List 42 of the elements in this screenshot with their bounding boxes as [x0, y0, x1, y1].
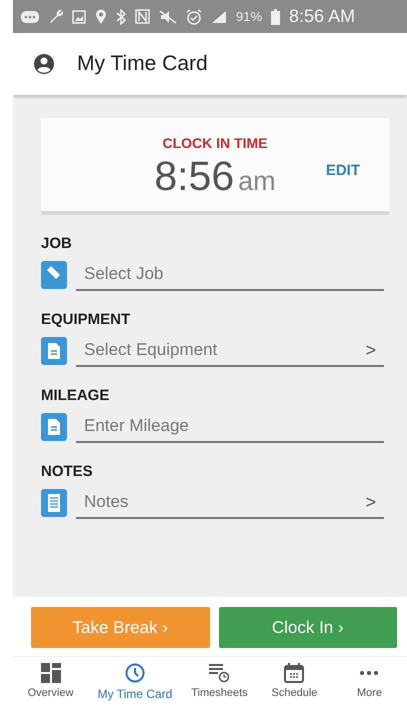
clock-in-button[interactable]: Clock In › [218, 607, 397, 648]
signal-icon [211, 10, 227, 24]
nav-tab[interactable]: Overview [13, 657, 88, 709]
chevron-icon: > [365, 340, 376, 360]
time-period: am [238, 166, 276, 197]
nfc-icon [135, 9, 150, 24]
mute-icon [159, 10, 177, 24]
clock-in-label: CLOCK IN TIME [162, 135, 268, 151]
notepad-icon [41, 489, 67, 517]
field-label: JOB [41, 235, 72, 252]
message-icon [21, 10, 39, 24]
image-icon [72, 10, 86, 24]
clock-icon [124, 663, 145, 683]
nav-tab[interactable]: Timesheets [182, 657, 257, 709]
document-icon [41, 413, 67, 441]
input-field[interactable]: Select Job [76, 259, 384, 291]
field-label: EQUIPMENT [41, 311, 130, 328]
nav-tab[interactable]: More [332, 657, 407, 709]
document-icon [41, 337, 67, 365]
account-icon [33, 53, 55, 75]
edit-link[interactable]: EDIT [326, 162, 360, 179]
select-field[interactable]: Notes > [76, 487, 384, 519]
location-icon [95, 8, 107, 24]
more-icon [360, 671, 378, 675]
alarm-icon [186, 8, 202, 24]
chevron-icon: > [365, 492, 376, 512]
nav-tab[interactable]: Schedule [256, 657, 332, 709]
field-label: NOTES [41, 463, 93, 480]
calendar-icon [284, 663, 304, 683]
select-field[interactable]: Select Equipment > [76, 335, 384, 367]
grid-icon [40, 663, 60, 683]
screen-title: My Time Card [77, 52, 208, 76]
nav-tab[interactable]: My Time Card [88, 657, 182, 709]
list-clock-icon [209, 663, 230, 683]
status-time: 8:56 AM [289, 6, 356, 27]
input-field[interactable]: Enter Mileage [76, 411, 384, 443]
battery-icon [271, 8, 280, 24]
wrench-icon [48, 9, 63, 24]
bluetooth-icon [116, 8, 126, 24]
clock-in-time: 8:56 [154, 153, 234, 200]
battery-percentage: 91% [236, 9, 262, 24]
field-label: MILEAGE [41, 387, 110, 404]
